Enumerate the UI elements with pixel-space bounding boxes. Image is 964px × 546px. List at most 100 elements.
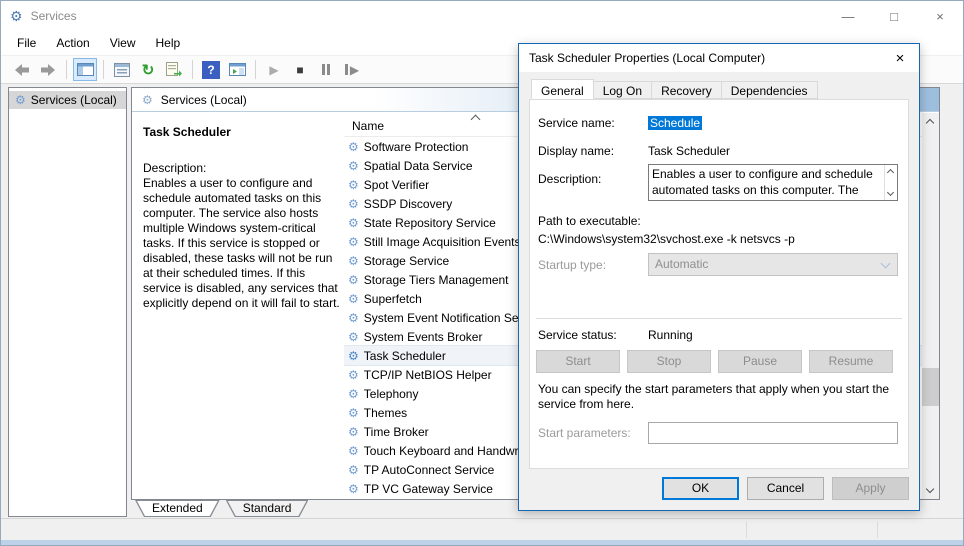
tab-log-on[interactable]: Log On [593,81,653,99]
scrollbar-thumb[interactable] [922,368,939,406]
service-status-value: Running [648,328,693,342]
service-name: System Events Broker [363,329,483,344]
services-scrollbar[interactable] [922,113,939,499]
close-button[interactable]: × [917,1,963,31]
stop-service-icon[interactable]: ■ [288,58,312,81]
properties-icon[interactable] [110,58,134,81]
service-name: Spot Verifier [363,177,430,192]
menu-view[interactable]: View [100,33,146,53]
show-action-pane-icon[interactable] [225,58,249,81]
tree-item-services-local[interactable]: ⚙ Services (Local) [9,91,126,109]
service-name: Software Protection [363,139,469,154]
service-name: Telephony [363,386,419,401]
service-name: State Repository Service [363,215,496,230]
show-console-tree-icon[interactable] [73,58,97,81]
tab-standard[interactable]: Standard [226,500,309,517]
dialog-title-bar: Task Scheduler Properties (Local Compute… [519,44,919,72]
service-name: Task Scheduler [363,348,446,363]
stop-button[interactable]: Stop [627,350,711,373]
scroll-down-icon[interactable] [886,188,895,197]
service-gear-icon: ⚙ [348,139,359,154]
cancel-button[interactable]: Cancel [747,477,824,500]
export-list-icon[interactable] [162,58,186,81]
service-gear-icon: ⚙ [348,177,359,192]
service-gear-icon: ⚙ [348,329,359,344]
status-bar [1,518,963,541]
ok-button[interactable]: OK [662,477,739,500]
description-label: Description: [143,161,207,175]
minimize-button[interactable]: — [825,1,871,31]
back-icon[interactable] [10,58,34,81]
display-name-label: Display name: [538,144,615,158]
service-gear-icon: ⚙ [348,386,359,401]
toolbar-separator [103,60,104,79]
service-gear-icon: ⚙ [348,443,359,458]
help-icon[interactable]: ? [199,58,223,81]
service-gear-icon: ⚙ [348,481,359,496]
service-name: TCP/IP NetBIOS Helper [363,367,492,382]
service-gear-icon: ⚙ [348,310,359,325]
dialog-tabs: General Log On Recovery Dependencies [531,79,818,100]
toolbar-separator [192,60,193,79]
refresh-icon[interactable]: ↻ [136,58,160,81]
chevron-down-icon [880,258,891,269]
service-gear-icon: ⚙ [348,272,359,287]
scroll-up-icon[interactable] [922,113,939,130]
general-tab-page: Service name: Schedule Display name: Tas… [529,99,909,469]
resume-button[interactable]: Resume [809,350,893,373]
start-parameters-help: You can specify the start parameters tha… [538,382,890,411]
start-button[interactable]: Start [536,350,620,373]
window-bottom-edge [1,540,963,545]
pause-button[interactable]: Pause [718,350,802,373]
scroll-down-icon[interactable] [922,482,939,499]
tab-general[interactable]: General [531,79,594,99]
startup-type-select[interactable]: Automatic [648,253,898,276]
service-gear-icon: ⚙ [348,215,359,230]
extended-description-pane: Task Scheduler Description: Enables a us… [143,125,343,311]
display-name-value: Task Scheduler [648,144,731,158]
startup-type-label: Startup type: [538,258,607,272]
start-parameters-label: Start parameters: [538,426,631,440]
service-name: Spatial Data Service [363,158,473,173]
service-gear-icon: ⚙ [348,348,359,363]
panel-header-label: Services (Local) [160,92,247,107]
maximize-button[interactable]: □ [871,1,917,31]
service-gear-icon: ⚙ [348,424,359,439]
service-name: TP VC Gateway Service [363,481,493,496]
tab-dependencies[interactable]: Dependencies [721,81,818,99]
service-name: SSDP Discovery [363,196,453,211]
statusbar-divider [877,522,878,538]
tab-extended[interactable]: Extended [135,500,220,517]
services-gear-icon: ⚙ [142,92,153,107]
start-service-icon[interactable]: ▶ [262,58,286,81]
properties-dialog: Task Scheduler Properties (Local Compute… [518,43,920,511]
dialog-close-icon[interactable]: × [887,46,913,70]
pause-service-icon[interactable] [314,58,338,81]
sort-ascending-icon [470,114,481,125]
service-gear-icon: ⚙ [348,234,359,249]
dialog-title: Task Scheduler Properties (Local Compute… [529,51,766,65]
tab-recovery[interactable]: Recovery [652,81,722,99]
services-window: ⚙ Services — □ × File Action View Help ↻ [0,0,964,546]
service-gear-icon: ⚙ [348,253,359,268]
menu-help[interactable]: Help [146,33,191,53]
description-scrollbar[interactable] [884,165,897,200]
start-parameters-input[interactable] [648,422,898,444]
service-gear-icon: ⚙ [348,291,359,306]
menu-file[interactable]: File [7,33,46,53]
section-divider [536,318,902,319]
description-field[interactable]: Enables a user to configure and schedule… [648,164,898,201]
menu-action[interactable]: Action [46,33,99,53]
service-name: Still Image Acquisition Events [363,234,521,249]
service-name: Storage Service [363,253,450,268]
dialog-description-label: Description: [538,172,602,186]
forward-icon[interactable] [36,58,60,81]
path-label: Path to executable: [538,214,641,228]
scroll-up-icon[interactable] [886,168,895,177]
apply-button[interactable]: Apply [832,477,909,500]
toolbar-separator [255,60,256,79]
service-name: Themes [363,405,408,420]
service-status-label: Service status: [538,328,617,342]
toolbar-separator [66,60,67,79]
restart-service-icon[interactable]: ▶ [340,58,364,81]
